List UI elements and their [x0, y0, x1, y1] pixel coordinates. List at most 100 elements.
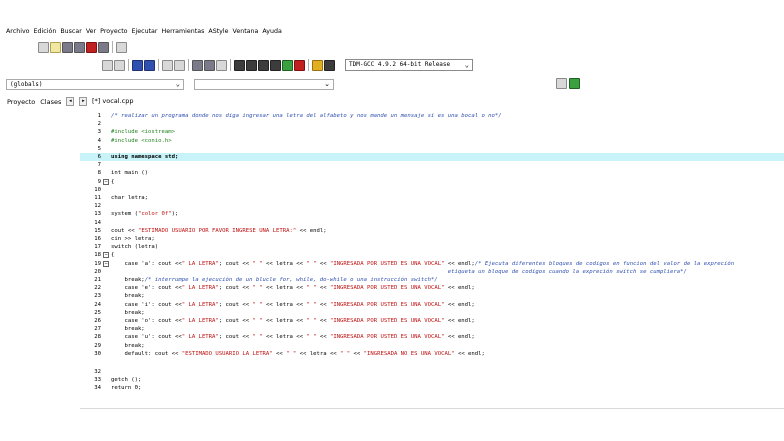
- code-line[interactable]: 29 break;: [80, 342, 784, 350]
- code-line[interactable]: 4 #include <conio.h>: [80, 137, 784, 145]
- code-line[interactable]: 2: [80, 120, 784, 128]
- code-line[interactable]: 23 break;: [80, 292, 784, 300]
- menu-item[interactable]: Ejecutar: [132, 28, 158, 37]
- line-number: 3: [97, 129, 101, 136]
- scope-select[interactable]: (globals) ⌄: [6, 79, 184, 90]
- code-comment: /* Ejecuta diferentes bloques de codigos…: [474, 260, 735, 267]
- code-line[interactable]: 20 etiqueta un bloque de codigos cuando …: [80, 268, 784, 276]
- code-token: break;: [111, 277, 145, 283]
- menu-item[interactable]: Ventana: [233, 28, 259, 37]
- menu-item[interactable]: Edición: [34, 28, 57, 37]
- run-icon[interactable]: [246, 59, 257, 71]
- bookmark-icon[interactable]: [174, 59, 185, 71]
- code-token: << letra <<: [296, 350, 341, 357]
- code-token: case 'e': cout <<: [111, 285, 182, 292]
- code-line[interactable]: 33 getch ();: [80, 376, 784, 384]
- new-class-icon[interactable]: [556, 78, 567, 89]
- tab-proyecto[interactable]: Proyecto: [7, 98, 35, 106]
- code-line[interactable]: 22 case 'e': cout <<" LA LETRA"; cout <<…: [80, 284, 784, 292]
- code-line[interactable]: 30 default: cout << "ESTIMADO USUARIO LA…: [80, 350, 784, 358]
- code-line[interactable]: 34 return 0;: [80, 384, 784, 392]
- new-file-icon[interactable]: [38, 41, 49, 53]
- code-line[interactable]: 14: [80, 219, 784, 227]
- menu-item[interactable]: AStyle: [208, 28, 228, 37]
- replace-icon[interactable]: [144, 59, 155, 71]
- code-token: << endl;: [296, 227, 327, 234]
- code-line[interactable]: 6 using namespace std;: [80, 153, 784, 161]
- code-line[interactable]: 16 cin >> letra;: [80, 235, 784, 243]
- code-line[interactable]: 13 system ("color 0f");: [80, 210, 784, 218]
- search-icon[interactable]: [132, 59, 143, 71]
- code-line[interactable]: 9−{: [80, 178, 784, 186]
- next-page-icon[interactable]: [204, 59, 215, 71]
- rebuild-icon[interactable]: [270, 59, 281, 71]
- string-literal: " ": [252, 285, 263, 292]
- tab-clases[interactable]: Clases: [40, 97, 62, 106]
- code-line[interactable]: 28 case 'u': cout <<" LA LETRA"; cout <<…: [80, 333, 784, 341]
- print-icon[interactable]: [116, 41, 127, 53]
- open-file-icon[interactable]: [50, 41, 61, 53]
- redo-icon[interactable]: [114, 59, 125, 71]
- code-line[interactable]: 24 case 'i': cout <<" LA LETRA"; cout <<…: [80, 301, 784, 309]
- toggle-icon[interactable]: [216, 59, 227, 71]
- toolbar-main: [102, 59, 335, 71]
- code-token: case 'a': cout <<: [111, 260, 182, 267]
- line-number: 33: [94, 377, 101, 384]
- close-all-icon[interactable]: [98, 41, 109, 53]
- code-line[interactable]: 5: [80, 145, 784, 153]
- tab-prev-button[interactable]: ◂: [66, 97, 75, 106]
- menu-item[interactable]: Archivo: [6, 28, 30, 37]
- fold-toggle-icon[interactable]: −: [103, 178, 109, 185]
- save-icon[interactable]: [62, 41, 73, 53]
- code-text: {: [111, 178, 115, 185]
- code-line[interactable]: 32: [80, 368, 784, 376]
- menu-item[interactable]: Herramientas: [162, 28, 205, 37]
- goto-line-icon[interactable]: [162, 59, 173, 71]
- code-text: return 0;: [111, 385, 142, 392]
- code-line[interactable]: 27 break;: [80, 325, 784, 333]
- code-line[interactable]: 19− case 'a': cout <<" LA LETRA"; cout <…: [80, 260, 784, 268]
- compile-icon[interactable]: [234, 59, 245, 71]
- fold-toggle-icon[interactable]: −: [103, 252, 109, 259]
- debug-icon[interactable]: [312, 59, 323, 71]
- string-literal: " LA LETRA": [181, 260, 219, 267]
- code-line[interactable]: 7: [80, 161, 784, 169]
- insert-member-icon[interactable]: [569, 78, 580, 89]
- close-file-icon[interactable]: [86, 41, 97, 53]
- code-token: case 'u': cout <<: [111, 334, 182, 341]
- string-literal: "INGRESADA POR USTED ES UNA VOCAL": [329, 334, 445, 341]
- stop-icon[interactable]: [294, 59, 305, 71]
- line-number: 15: [94, 227, 101, 234]
- prev-page-icon[interactable]: [192, 59, 203, 71]
- code-line[interactable]: 3 #include <iostream>: [80, 128, 784, 136]
- tab-next-button[interactable]: ▸: [79, 97, 88, 106]
- code-token: << endl;: [444, 301, 475, 308]
- save-all-icon[interactable]: [74, 41, 85, 53]
- menu-item[interactable]: Proyecto: [100, 28, 127, 37]
- menu-item[interactable]: Ayuda: [262, 28, 281, 37]
- code-line[interactable]: 17 switch (letra): [80, 243, 784, 251]
- code-text: etiqueta un bloque de codigos cuando la …: [111, 268, 687, 275]
- code-text: default: cout << "ESTIMADO USUARIO LA LE…: [111, 350, 484, 358]
- profile-icon[interactable]: [324, 59, 335, 71]
- tab-vocal-cpp[interactable]: [*] vocal.cpp: [92, 97, 133, 105]
- code-line[interactable]: 25 break;: [80, 309, 784, 317]
- code-line[interactable]: 26 case 'o': cout <<" LA LETRA"; cout <<…: [80, 317, 784, 325]
- code-line[interactable]: 1 /* realizar un programa donde nos diga …: [80, 112, 784, 120]
- code-line[interactable]: 18−{: [80, 251, 784, 259]
- code-line[interactable]: 10: [80, 186, 784, 194]
- menu-item[interactable]: Buscar: [60, 28, 82, 37]
- undo-icon[interactable]: [102, 59, 113, 71]
- check-icon[interactable]: [282, 59, 293, 71]
- compiler-select[interactable]: TDM-GCC 4.9.2 64-bit Release ⌄: [345, 59, 473, 71]
- code-line[interactable]: 8 int main (): [80, 169, 784, 177]
- code-editor[interactable]: 1 /* realizar un programa donde nos diga …: [80, 109, 784, 409]
- member-select[interactable]: ⌄: [194, 79, 334, 90]
- compile-run-icon[interactable]: [258, 59, 269, 71]
- menu-item[interactable]: Ver: [86, 28, 96, 37]
- fold-toggle-icon[interactable]: −: [103, 260, 109, 267]
- code-line[interactable]: 11 char letra;: [80, 194, 784, 202]
- code-line[interactable]: 21 break;/* interrumpe la ejecución de u…: [80, 276, 784, 284]
- code-line[interactable]: 15 cout << "ESTIMADO USUARIO POR FAVOR IN…: [80, 227, 784, 235]
- code-line[interactable]: 12: [80, 202, 784, 210]
